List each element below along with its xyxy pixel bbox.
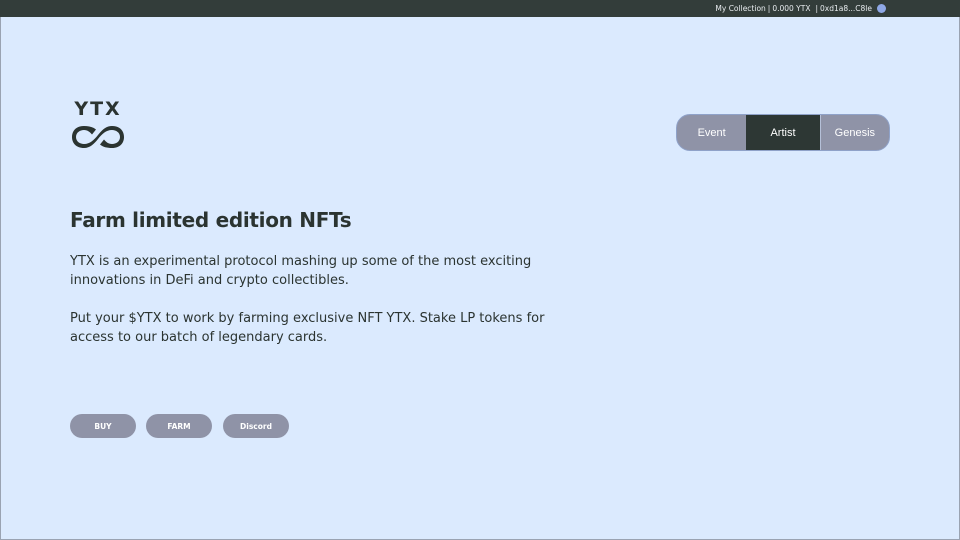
- buy-button[interactable]: BUY: [70, 414, 136, 438]
- farming-paragraph: Put your $YTX to work by farming exclusi…: [70, 311, 545, 345]
- collection-tabs: Event Artist Genesis: [676, 114, 890, 151]
- my-collection-link[interactable]: My Collection: [715, 4, 765, 13]
- separator: |: [767, 4, 771, 13]
- discord-button[interactable]: Discord: [223, 414, 289, 438]
- intro-paragraph: YTX is an experimental protocol mashing …: [70, 254, 532, 288]
- wallet-address[interactable]: 0xd1a8...C8le: [820, 4, 872, 13]
- infinity-logo-icon: [72, 126, 124, 148]
- farm-button[interactable]: FARM: [146, 414, 212, 438]
- tab-event[interactable]: Event: [677, 115, 746, 150]
- wallet-avatar-icon[interactable]: [877, 4, 886, 13]
- tab-genesis[interactable]: Genesis: [819, 115, 889, 150]
- ytx-balance: 0.000 YTX: [772, 4, 811, 13]
- logo-text: YTX: [74, 98, 122, 120]
- tab-artist[interactable]: Artist: [746, 115, 820, 150]
- separator: |: [815, 4, 819, 13]
- page-title: Farm limited edition NFTs: [70, 208, 352, 232]
- top-bar: My Collection | 0.000 YTX | 0xd1a8...C8l…: [0, 0, 960, 17]
- ytx-logo[interactable]: YTX: [70, 98, 126, 154]
